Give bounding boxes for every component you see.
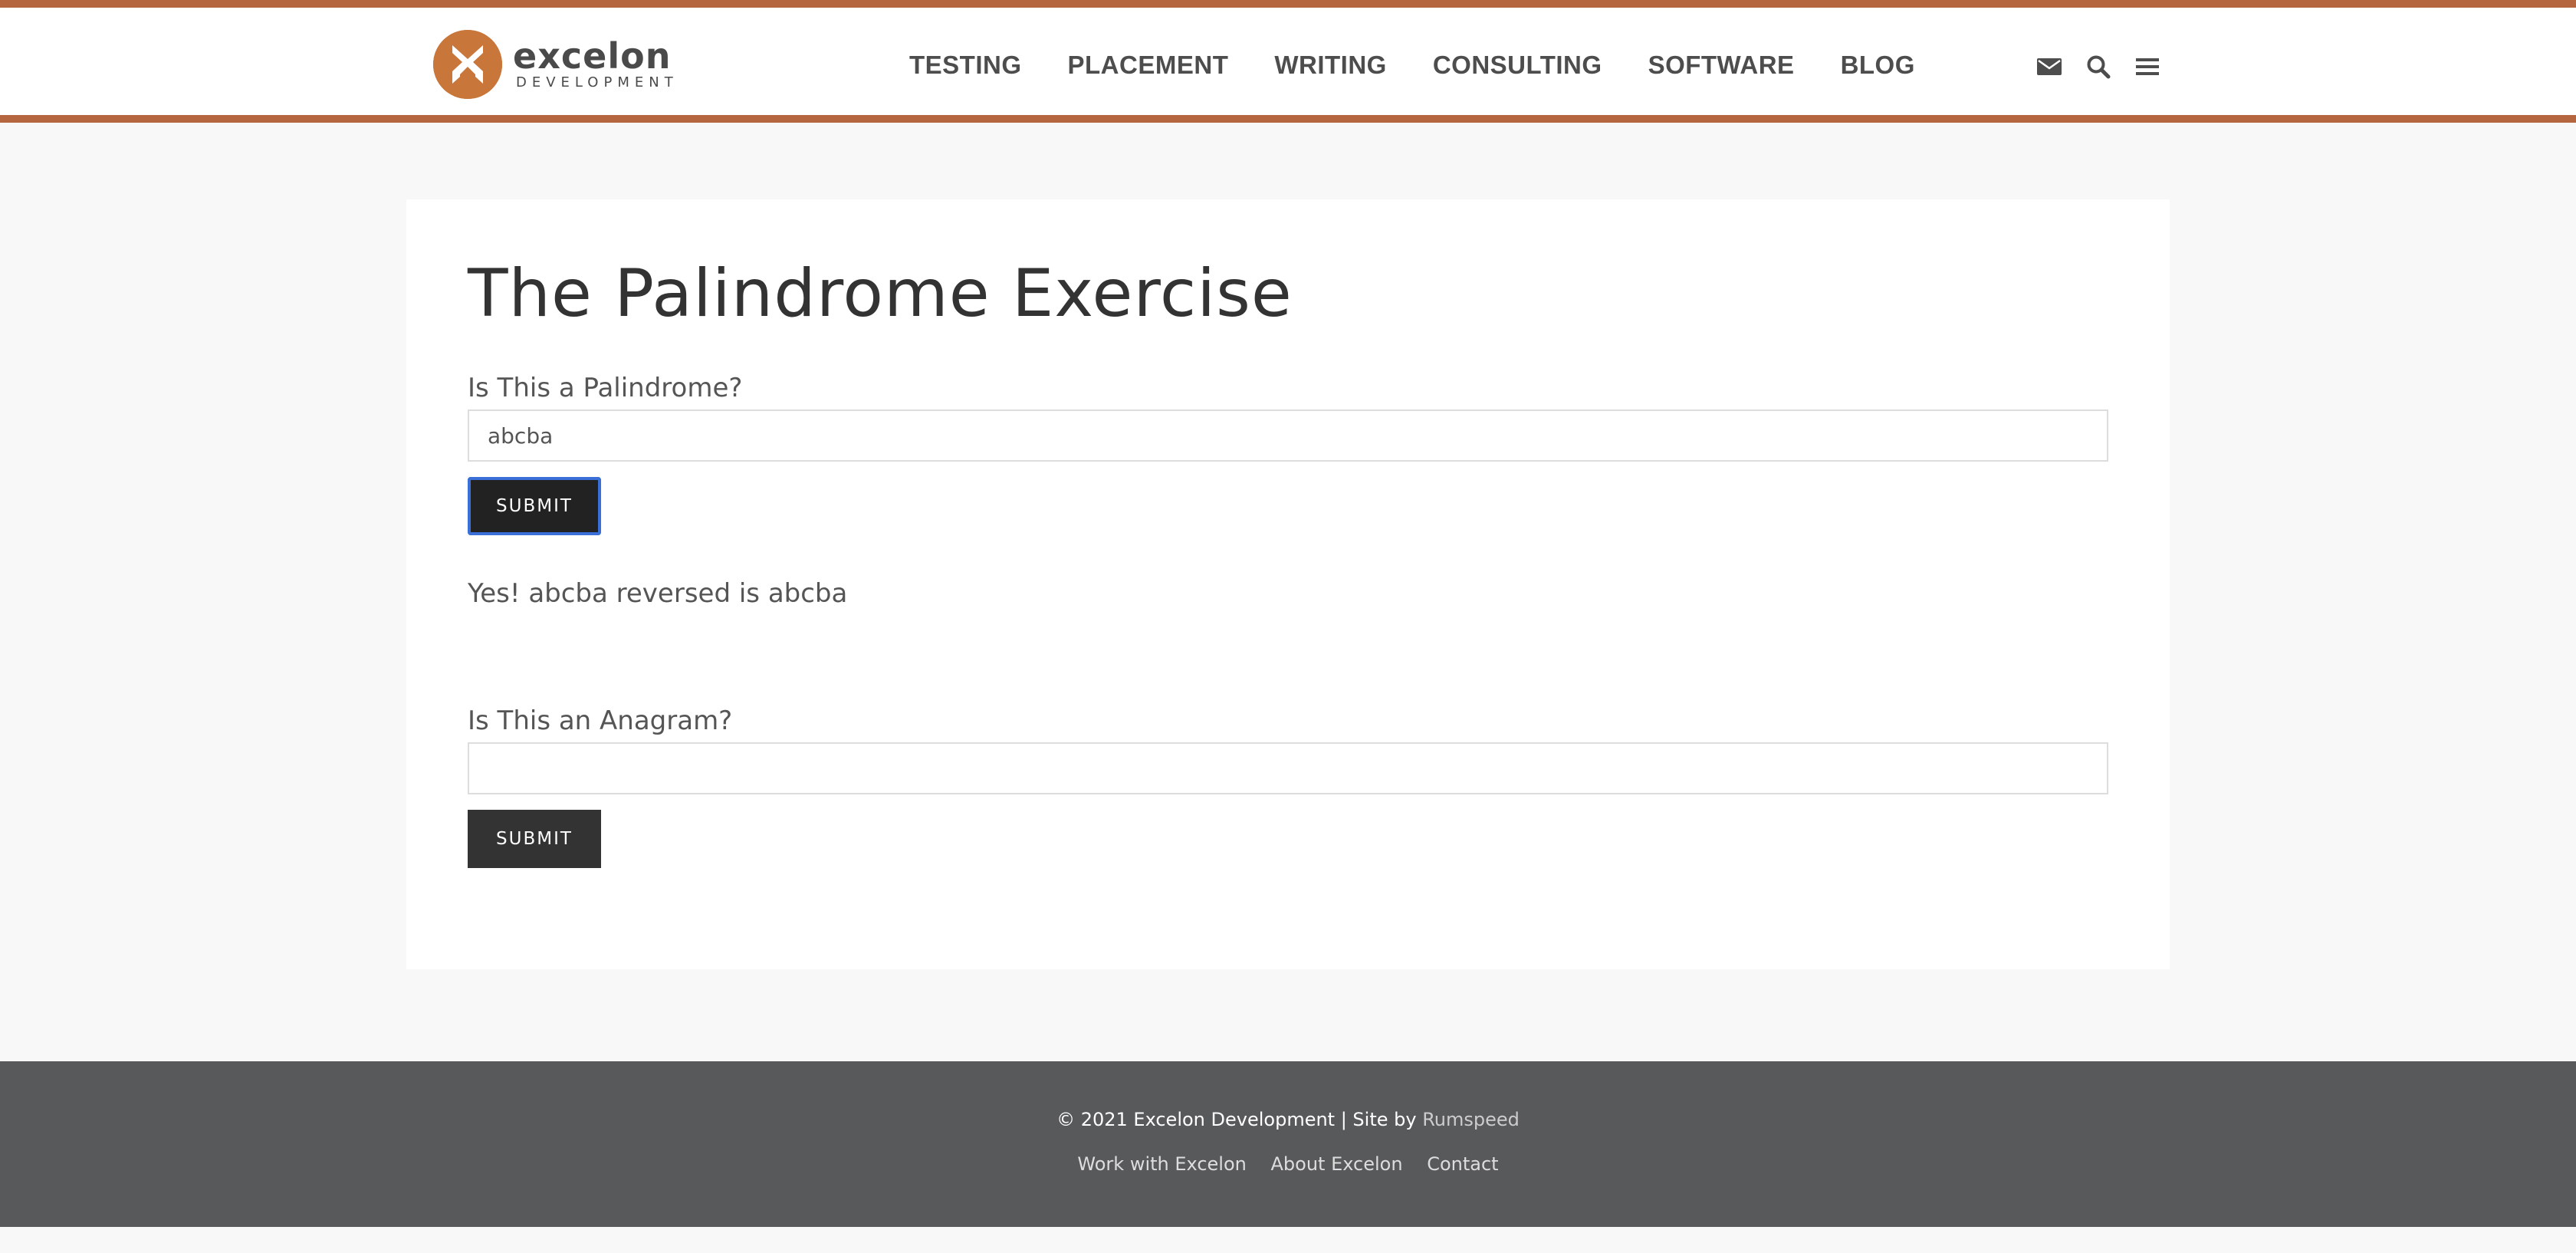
footer-link-contact[interactable]: Contact	[1427, 1153, 1498, 1175]
envelope-icon[interactable]	[2036, 54, 2062, 80]
footer-links: Work with Excelon About Excelon Contact	[0, 1153, 2576, 1175]
search-icon[interactable]	[2085, 54, 2111, 80]
logo-text: excelon DEVELOPMENT	[513, 38, 678, 91]
nav-item-software[interactable]: SOFTWARE	[1648, 51, 1795, 80]
logo-wordmark: excelon	[513, 35, 672, 77]
anagram-input[interactable]	[468, 742, 2108, 794]
palindrome-result: Yes! abcba reversed is abcba	[468, 578, 848, 609]
anagram-label: Is This an Anagram?	[468, 705, 733, 736]
nav-item-testing[interactable]: TESTING	[909, 51, 1022, 80]
site-logo[interactable]: excelon DEVELOPMENT	[433, 26, 678, 103]
main-nav: TESTING PLACEMENT WRITING CONSULTING SOF…	[909, 51, 1961, 80]
menu-icon[interactable]	[2134, 54, 2160, 80]
logo-mark-icon	[433, 30, 502, 99]
footer-copyright: © 2021 Excelon Development | Site by Rum…	[0, 1109, 2576, 1130]
nav-item-writing[interactable]: WRITING	[1274, 51, 1386, 80]
anagram-submit-button[interactable]: SUBMIT	[468, 810, 601, 868]
site-header: excelon DEVELOPMENT TESTING PLACEMENT WR…	[0, 0, 2576, 123]
page-title: The Palindrome Exercise	[468, 255, 1293, 332]
header-icons	[2036, 54, 2160, 80]
copyright-text: © 2021 Excelon Development | Site by	[1056, 1109, 1423, 1130]
footer-link-about-excelon[interactable]: About Excelon	[1270, 1153, 1402, 1175]
palindrome-label: Is This a Palindrome?	[468, 373, 743, 403]
nav-item-blog[interactable]: BLOG	[1841, 51, 1915, 80]
credit-link[interactable]: Rumspeed	[1422, 1109, 1520, 1130]
palindrome-submit-button[interactable]: SUBMIT	[468, 477, 601, 535]
footer-link-work-with-excelon[interactable]: Work with Excelon	[1077, 1153, 1246, 1175]
site-footer: © 2021 Excelon Development | Site by Rum…	[0, 1061, 2576, 1227]
palindrome-input[interactable]	[468, 409, 2108, 462]
content-card: The Palindrome Exercise Is This a Palind…	[406, 199, 2170, 969]
logo-tagline: DEVELOPMENT	[516, 74, 678, 90]
nav-item-placement[interactable]: PLACEMENT	[1068, 51, 1229, 80]
nav-item-consulting[interactable]: CONSULTING	[1433, 51, 1602, 80]
